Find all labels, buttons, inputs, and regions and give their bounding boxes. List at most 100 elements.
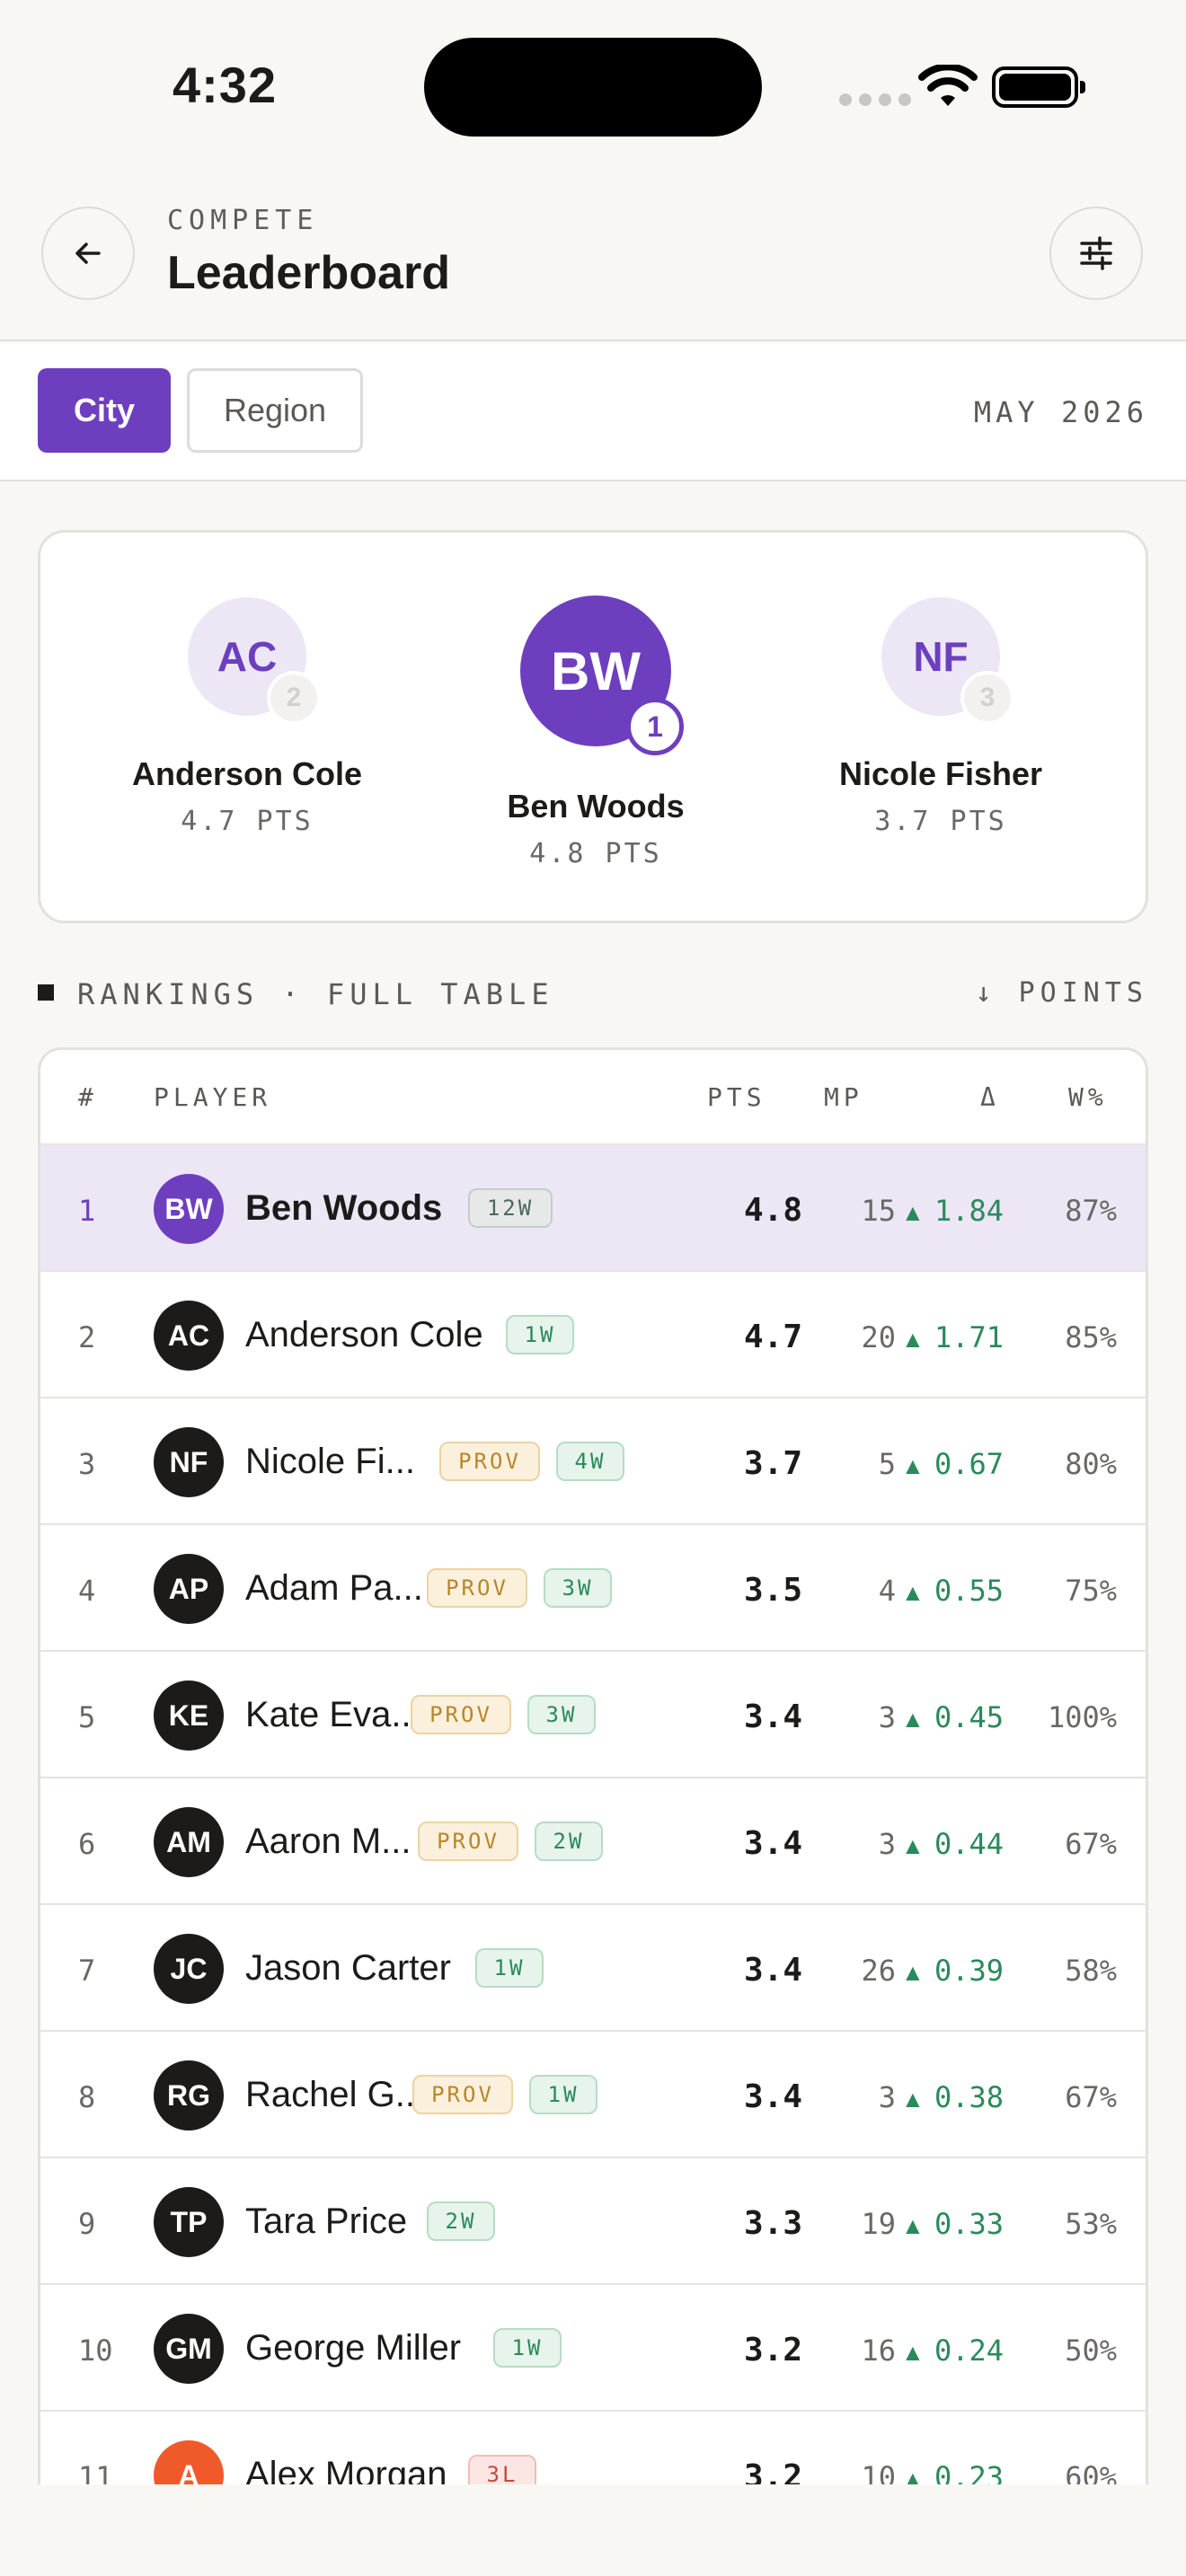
section-marker-icon (38, 984, 54, 1001)
column-header-win-rate[interactable]: W% (1068, 1082, 1108, 1112)
podium-name: Anderson Cole (131, 755, 363, 792)
column-header-points[interactable]: PTS (707, 1082, 766, 1112)
row-rank: 10 (78, 2333, 113, 2368)
row-win-rate: 80% (1065, 1447, 1117, 1481)
row-points: 3.4 (743, 1952, 802, 1989)
row-points: 3.7 (743, 1445, 802, 1482)
column-header-matches[interactable]: MP (824, 1082, 863, 1112)
row-rank: 11 (78, 2460, 113, 2484)
row-matches-played: 16 (861, 2333, 896, 2368)
avatar-initials: RG (167, 2078, 210, 2112)
podium-points: 4.7 PTS (181, 806, 314, 837)
provisional-badge: PROV (412, 2075, 513, 2114)
row-points: 3.2 (743, 2332, 802, 2369)
player-name: George Miller (245, 2328, 462, 2368)
rankings-table: # PLAYER PTS MP Δ W% 1 BW Ben Woods 12W 4.8 1… (38, 1047, 1148, 2484)
table-row[interactable]: 3 NF Nicole Fi... PROV 4W 3.7 5 ▲ 0.67 80% (40, 1398, 1146, 1525)
row-rank: 8 (78, 2080, 96, 2114)
back-button[interactable] (41, 207, 135, 300)
battery-icon (992, 66, 1085, 108)
row-matches-played: 20 (861, 1320, 896, 1354)
table-row[interactable]: 9 TP Tara Price 2W 3.3 19 ▲ 0.33 53% (40, 2158, 1146, 2285)
row-matches-played: 4 (878, 1574, 896, 1608)
row-points: 3.4 (743, 2078, 802, 2115)
table-row[interactable]: 2 AC Anderson Cole 1W 4.7 20 ▲ 1.71 85% (40, 1272, 1146, 1398)
avatar: A (154, 2440, 224, 2484)
row-points: 3.5 (743, 1572, 802, 1609)
table-row[interactable]: 11 A Alex Morgan 3L 3.2 10 ▲ 0.23 60% (40, 2412, 1146, 2484)
dynamic-island (424, 38, 762, 137)
row-points: 3.4 (743, 1825, 802, 1862)
row-delta: 1.84 (934, 1194, 1004, 1228)
place-badge: 2 (267, 671, 321, 725)
row-delta: 0.44 (934, 1827, 1004, 1861)
row-points: 3.2 (743, 2458, 802, 2484)
avatar-initials: BW (551, 640, 641, 701)
streak-badge: 3W (544, 1568, 612, 1608)
row-win-rate: 87% (1065, 1194, 1117, 1228)
row-matches-played: 15 (861, 1194, 896, 1228)
table-row[interactable]: 4 AP Adam Pa... PROV 3W 3.5 4 ▲ 0.55 75% (40, 1525, 1146, 1652)
row-matches-played: 10 (861, 2460, 896, 2484)
podium-third[interactable]: NF 3 Nicole Fisher 3.7 PTS (779, 597, 1102, 837)
row-rank: 3 (78, 1447, 96, 1481)
sliders-icon (1080, 236, 1112, 270)
avatar: AM (154, 1807, 224, 1877)
place-badge: 3 (960, 671, 1014, 725)
player-name: Ben Woods (245, 1188, 443, 1228)
avatar-initials: JC (170, 1952, 208, 1985)
table-row[interactable]: 1 BW Ben Woods 12W 4.8 15 ▲ 1.84 87% (40, 1145, 1146, 1272)
player-name: Kate Eva... (245, 1695, 421, 1734)
row-delta: 0.39 (934, 1954, 1004, 1988)
row-delta: 0.38 (934, 2080, 1004, 2114)
row-win-rate: 67% (1065, 1827, 1117, 1861)
filter-button[interactable] (1049, 207, 1143, 300)
row-win-rate: 85% (1065, 1320, 1117, 1354)
row-delta: 0.45 (934, 1700, 1004, 1734)
row-points: 4.8 (743, 1192, 802, 1229)
table-row[interactable]: 8 RG Rachel G... PROV 1W 3.4 3 ▲ 0.38 67% (40, 2032, 1146, 2158)
row-win-rate: 75% (1065, 1574, 1117, 1608)
player-name: Nicole Fi... (245, 1442, 415, 1481)
player-name: Aaron M... (245, 1822, 412, 1861)
avatar-initials: GM (165, 2332, 212, 2365)
table-row[interactable]: 7 JC Jason Carter 1W 3.4 26 ▲ 0.39 58% (40, 1905, 1146, 2032)
table-row[interactable]: 10 GM George Miller 1W 3.2 16 ▲ 0.24 50% (40, 2285, 1146, 2412)
tab-city[interactable]: City (38, 368, 171, 453)
avatar: BW (154, 1174, 224, 1244)
provisional-badge: PROV (427, 1568, 527, 1608)
row-rank: 9 (78, 2207, 96, 2241)
avatar-initials: BW (164, 1192, 213, 1225)
row-win-rate: 60% (1065, 2460, 1117, 2484)
podium-first[interactable]: BW 1 Ben Woods 4.8 PTS (434, 595, 757, 869)
podium-second[interactable]: AC 2 Anderson Cole 4.7 PTS (85, 597, 409, 837)
table-row[interactable]: 5 KE Kate Eva... PROV 3W 3.4 3 ▲ 0.45 100% (40, 1652, 1146, 1778)
avatar: AC 2 (188, 597, 321, 725)
avatar: GM (154, 2314, 224, 2384)
row-delta: 0.67 (934, 1447, 1004, 1481)
streak-badge: 1W (506, 1315, 574, 1354)
provisional-badge: PROV (411, 1695, 511, 1734)
page-header: COMPETE Leaderboard (0, 171, 1186, 341)
player-name: Alex Morgan (245, 2455, 447, 2484)
tab-region[interactable]: Region (187, 368, 363, 453)
player-name: Anderson Cole (245, 1315, 483, 1354)
row-delta: 0.24 (934, 2333, 1004, 2368)
row-rank: 2 (78, 1320, 96, 1354)
row-rank: 6 (78, 1827, 96, 1861)
scope-filter-bar: City Region MAY 2026 (0, 343, 1186, 481)
provisional-badge: PROV (439, 1442, 540, 1481)
row-win-rate: 50% (1065, 2333, 1117, 2368)
table-row[interactable]: 6 AM Aaron M... PROV 2W 3.4 3 ▲ 0.44 67% (40, 1778, 1146, 1905)
row-matches-played: 5 (878, 1447, 896, 1481)
column-header-delta[interactable]: Δ (980, 1082, 1000, 1112)
sort-toggle[interactable]: ↓ POINTS (976, 977, 1149, 1009)
arrow-left-icon (75, 243, 101, 264)
row-points: 3.3 (743, 2205, 802, 2242)
section-label: RANKINGS · FULL TABLE (77, 977, 554, 1011)
row-rank: 4 (78, 1574, 96, 1608)
avatar: AC (154, 1301, 224, 1371)
avatar: KE (154, 1681, 224, 1751)
avatar: TP (154, 2187, 224, 2257)
streak-badge: 1W (529, 2075, 597, 2114)
